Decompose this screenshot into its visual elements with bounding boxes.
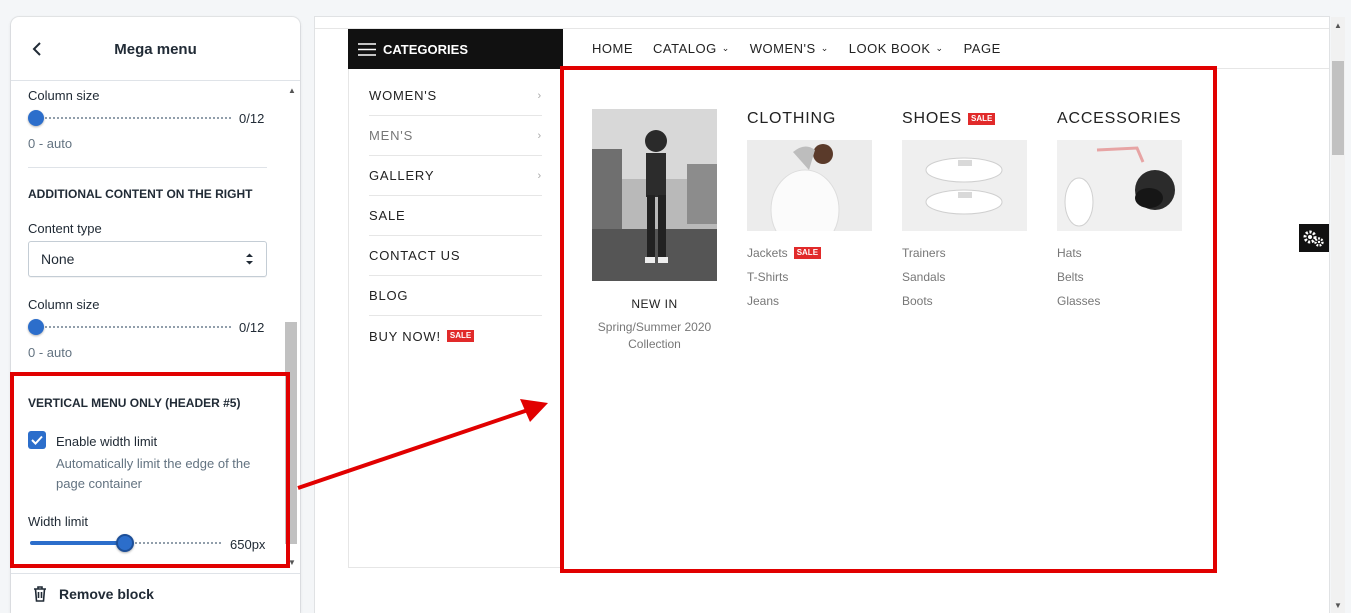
vmenu-item-buy-now[interactable]: BUY NOW! SALE	[369, 316, 542, 356]
scroll-down-icon[interactable]: ▼	[1334, 601, 1342, 610]
content-type-label: Content type	[28, 221, 102, 236]
preview-scrollbar[interactable]: ▲ ▼	[1331, 17, 1345, 613]
vmenu-label: CONTACT US	[369, 248, 461, 263]
scroll-up-icon[interactable]: ▲	[1334, 21, 1342, 30]
slider-track	[34, 326, 231, 328]
vmenu-label: BUY NOW!	[369, 328, 441, 344]
panel-header: Mega menu	[11, 17, 300, 81]
nav-label: PAGE	[963, 41, 1001, 56]
nav-item-page[interactable]: PAGE	[964, 41, 1001, 56]
top-navigation: HOME CATALOG ⌄ WOMEN'S ⌄ LOOK BOOK ⌄ PAGE	[592, 41, 1021, 56]
chevron-right-icon: ›	[537, 169, 542, 182]
panel-scroll-up-icon[interactable]: ▲	[288, 86, 296, 95]
chevron-down-icon: ⌄	[820, 43, 829, 53]
vmenu-label: SALE	[369, 208, 406, 223]
column-size-help: 0 - auto	[28, 136, 73, 151]
select-arrows-icon	[246, 253, 253, 265]
chevron-down-icon: ⌄	[935, 43, 944, 53]
column-size-label-2: Column size	[28, 297, 100, 312]
vmenu-item-blog[interactable]: BLOG	[369, 276, 542, 316]
nav-label: CATALOG	[653, 41, 717, 56]
vmenu-label: MEN'S	[369, 128, 414, 143]
vmenu-label: GALLERY	[369, 168, 435, 183]
annotation-box-vertical-menu-settings	[10, 372, 290, 568]
column-size-value-2: 0/12	[239, 320, 265, 335]
nav-item-catalog[interactable]: CATALOG ⌄	[653, 41, 730, 56]
chevron-down-icon: ⌄	[721, 43, 730, 53]
content-type-value: None	[41, 251, 75, 267]
categories-label: CATEGORIES	[383, 41, 468, 57]
gears-icon	[1303, 230, 1324, 247]
vmenu-item-womens[interactable]: WOMEN'S ›	[369, 76, 542, 116]
nav-item-look-book[interactable]: LOOK BOOK ⌄	[849, 41, 944, 56]
column-size-slider[interactable]	[28, 108, 233, 128]
preview-scrollbar-thumb[interactable]	[1332, 61, 1344, 155]
panel-title: Mega menu	[114, 41, 197, 58]
nav-item-womens[interactable]: WOMEN'S ⌄	[750, 41, 829, 56]
slider-handle[interactable]	[28, 110, 44, 126]
column-size-label: Column size	[28, 88, 100, 103]
nav-label: HOME	[592, 41, 633, 56]
vmenu-item-mens[interactable]: MEN'S ›	[369, 116, 542, 156]
nav-item-home[interactable]: HOME	[592, 41, 633, 56]
column-size-slider-2[interactable]	[28, 317, 233, 337]
vmenu-label: BLOG	[369, 288, 409, 303]
vmenu-item-contact-us[interactable]: CONTACT US	[369, 236, 542, 276]
sale-badge: SALE	[446, 330, 475, 342]
slider-handle[interactable]	[28, 319, 44, 335]
section-heading-right-content: ADDITIONAL CONTENT ON THE RIGHT	[28, 187, 253, 201]
hamburger-icon	[358, 42, 376, 56]
chevron-right-icon: ›	[537, 89, 542, 102]
divider	[28, 167, 267, 168]
nav-label: WOMEN'S	[749, 41, 816, 56]
chevron-right-icon: ›	[537, 129, 542, 142]
remove-block-label: Remove block	[59, 585, 154, 602]
column-size-value: 0/12	[239, 111, 265, 126]
nav-label: LOOK BOOK	[848, 41, 931, 56]
theme-settings-button[interactable]	[1299, 224, 1329, 252]
trash-icon	[34, 585, 46, 602]
vmenu-label: WOMEN'S	[369, 88, 438, 103]
categories-button[interactable]: CATEGORIES	[348, 29, 563, 69]
vertical-menu: WOMEN'S › MEN'S › GALLERY › SALE CONTACT US…	[348, 69, 563, 568]
content-type-select[interactable]: None	[28, 241, 267, 277]
annotation-box-mega-menu	[560, 66, 1217, 573]
slider-track	[34, 117, 231, 119]
vmenu-item-sale[interactable]: SALE	[369, 196, 542, 236]
remove-block-button[interactable]: Remove block	[11, 573, 300, 613]
vmenu-item-gallery[interactable]: GALLERY ›	[369, 156, 542, 196]
column-size-help-2: 0 - auto	[28, 345, 73, 360]
